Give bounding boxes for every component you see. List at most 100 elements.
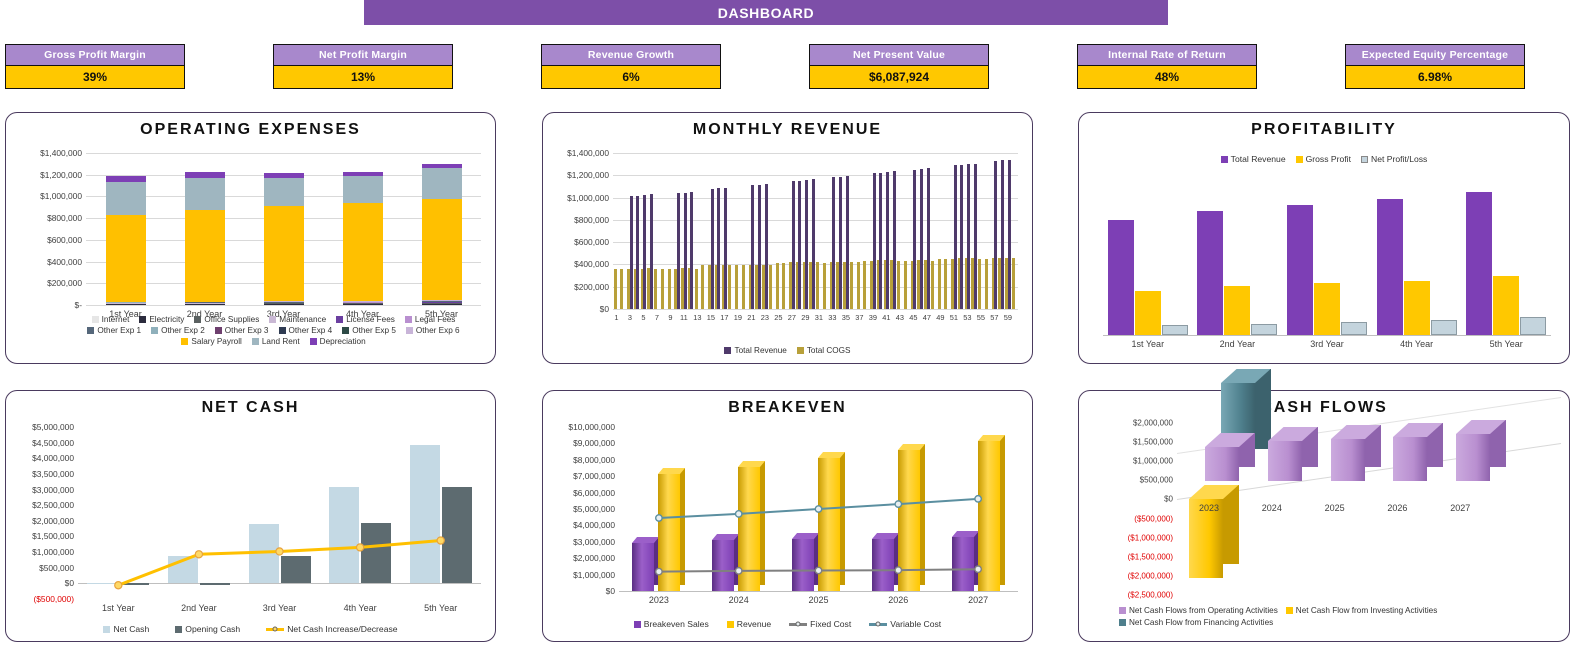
- legend-item[interactable]: Total COGS: [796, 346, 851, 355]
- cogs-bar[interactable]: [660, 269, 664, 309]
- legend-item[interactable]: Other Exp 4: [278, 326, 332, 335]
- legend-item[interactable]: License Fees: [336, 315, 395, 324]
- cogs-bar[interactable]: [775, 262, 779, 309]
- stacked-bar[interactable]: [184, 153, 225, 305]
- revenue-bar[interactable]: [973, 163, 977, 309]
- bar[interactable]: [1107, 219, 1134, 335]
- chart-card-cash-flows[interactable]: CASH FLOWS ($2,500,000) ($2,000,000) ($1,5…: [1078, 369, 1570, 642]
- cogs-bar[interactable]: [897, 261, 901, 309]
- chart-card-net-cash[interactable]: NET CASH ($500,000) $0 $500,000 $1,000,000 $…: [5, 390, 496, 642]
- cogs-bar[interactable]: [978, 258, 982, 309]
- cogs-bar[interactable]: [694, 269, 698, 309]
- revenue-bar[interactable]: [757, 184, 761, 309]
- revenue-bar[interactable]: [838, 176, 842, 309]
- legend-item[interactable]: Salary Payroll: [181, 337, 242, 346]
- cogs-bar[interactable]: [735, 265, 739, 309]
- stacked-bar[interactable]: [421, 153, 462, 305]
- cogs-bar[interactable]: [937, 259, 941, 309]
- bar[interactable]: [1520, 317, 1547, 335]
- legend-item[interactable]: Other Exp 6: [405, 326, 460, 335]
- legend-item[interactable]: Variable Cost: [869, 619, 941, 629]
- revenue-bar[interactable]: [832, 176, 836, 309]
- legend-item[interactable]: Internet: [91, 315, 129, 324]
- cogs-bar[interactable]: [768, 265, 772, 309]
- bar[interactable]: [1493, 276, 1520, 335]
- revenue-bar[interactable]: [845, 175, 849, 309]
- revenue-bar[interactable]: [805, 179, 809, 309]
- chart-card-monthly-revenue[interactable]: MONTHLY REVENUE $0 $200,000 $400,000 $600,0…: [542, 112, 1033, 364]
- legend-item[interactable]: Revenue: [726, 619, 771, 629]
- revenue-bar[interactable]: [798, 180, 802, 309]
- legend-item[interactable]: Opening Cash: [175, 624, 240, 634]
- revenue-bar[interactable]: [811, 178, 815, 309]
- revenue-bar[interactable]: [636, 196, 640, 309]
- revenue-bar[interactable]: [791, 181, 795, 309]
- revenue-bar[interactable]: [926, 168, 930, 309]
- revenue-bar[interactable]: [764, 184, 768, 309]
- cogs-bar[interactable]: [667, 269, 671, 309]
- bar[interactable]: [1314, 283, 1340, 335]
- revenue-bar[interactable]: [629, 196, 633, 309]
- revenue-bar[interactable]: [724, 187, 728, 309]
- cogs-bar[interactable]: [903, 260, 907, 309]
- kpi-card-net-profit-margin[interactable]: Net Profit Margin 13%: [273, 44, 453, 89]
- cogs-bar[interactable]: [701, 265, 705, 309]
- revenue-bar[interactable]: [892, 171, 896, 309]
- legend-item[interactable]: Office Supplies: [194, 315, 259, 324]
- cogs-bar[interactable]: [856, 261, 860, 309]
- cogs-bar[interactable]: [816, 262, 820, 309]
- kpi-card-gross-profit-margin[interactable]: Gross Profit Margin 39%: [5, 44, 185, 89]
- cogs-bar[interactable]: [728, 264, 732, 309]
- revenue-bar[interactable]: [1007, 159, 1011, 309]
- revenue-bar[interactable]: [690, 192, 694, 309]
- bar[interactable]: [1161, 325, 1188, 335]
- cogs-bar[interactable]: [613, 269, 617, 309]
- bar[interactable]: [1287, 205, 1313, 335]
- bar-front[interactable]: [1267, 441, 1302, 482]
- revenue-bar[interactable]: [913, 169, 917, 309]
- stacked-bar[interactable]: [263, 153, 304, 305]
- cogs-bar[interactable]: [849, 262, 853, 309]
- legend-item[interactable]: Legal Fees: [404, 315, 455, 324]
- revenue-bar[interactable]: [751, 185, 755, 309]
- legend-item[interactable]: Other Exp 2: [151, 326, 205, 335]
- kpi-card-expected-equity-percentage[interactable]: Expected Equity Percentage 6.98%: [1345, 44, 1525, 89]
- revenue-bar[interactable]: [872, 173, 876, 309]
- cogs-bar[interactable]: [782, 262, 786, 309]
- legend-item[interactable]: Fixed Cost: [789, 619, 851, 629]
- cogs-bar[interactable]: [944, 258, 948, 309]
- kpi-card-revenue-growth[interactable]: Revenue Growth 6%: [541, 44, 721, 89]
- revenue-bar[interactable]: [1000, 160, 1004, 309]
- cogs-bar[interactable]: [620, 269, 624, 309]
- legend-item[interactable]: Total Revenue: [1220, 154, 1286, 164]
- revenue-bar[interactable]: [683, 192, 687, 309]
- legend-item[interactable]: Net Cash Flows from Operating Activities: [1119, 606, 1278, 615]
- revenue-bar[interactable]: [967, 164, 971, 309]
- legend-item[interactable]: Other Exp 3: [214, 326, 269, 335]
- revenue-bar[interactable]: [886, 172, 890, 309]
- legend-item[interactable]: Land Rent: [251, 337, 300, 346]
- kpi-card-internal-rate-of-return[interactable]: Internal Rate of Return 48%: [1077, 44, 1257, 89]
- revenue-bar[interactable]: [676, 193, 680, 309]
- legend-item[interactable]: Net Cash Increase/Decrease: [266, 624, 398, 634]
- revenue-bar[interactable]: [710, 189, 714, 309]
- revenue-bar[interactable]: [643, 195, 647, 309]
- bar[interactable]: [1430, 319, 1457, 335]
- cogs-bar[interactable]: [654, 269, 658, 309]
- legend-item[interactable]: Gross Profit: [1295, 154, 1351, 164]
- legend-item[interactable]: Other Exp 5: [342, 326, 396, 335]
- bar[interactable]: [1134, 290, 1161, 335]
- chart-card-operating-expenses[interactable]: OPERATING EXPENSES $- $200,000 $400,000 $60…: [5, 112, 496, 364]
- legend-item[interactable]: Depreciation: [309, 337, 366, 346]
- cogs-bar[interactable]: [930, 260, 934, 309]
- cogs-bar[interactable]: [822, 262, 826, 309]
- legend-item[interactable]: Net Cash Flow from Financing Activities: [1119, 618, 1273, 627]
- legend-item[interactable]: Electricity: [139, 315, 184, 324]
- kpi-card-net-present-value[interactable]: Net Present Value $6,087,924: [809, 44, 989, 89]
- bar[interactable]: [1197, 211, 1224, 335]
- revenue-bar[interactable]: [717, 188, 721, 309]
- bar-front[interactable]: [1330, 439, 1365, 482]
- legend-item[interactable]: Net Cash: [103, 624, 149, 634]
- legend-item[interactable]: Total Revenue: [724, 346, 787, 355]
- cogs-bar[interactable]: [863, 261, 867, 309]
